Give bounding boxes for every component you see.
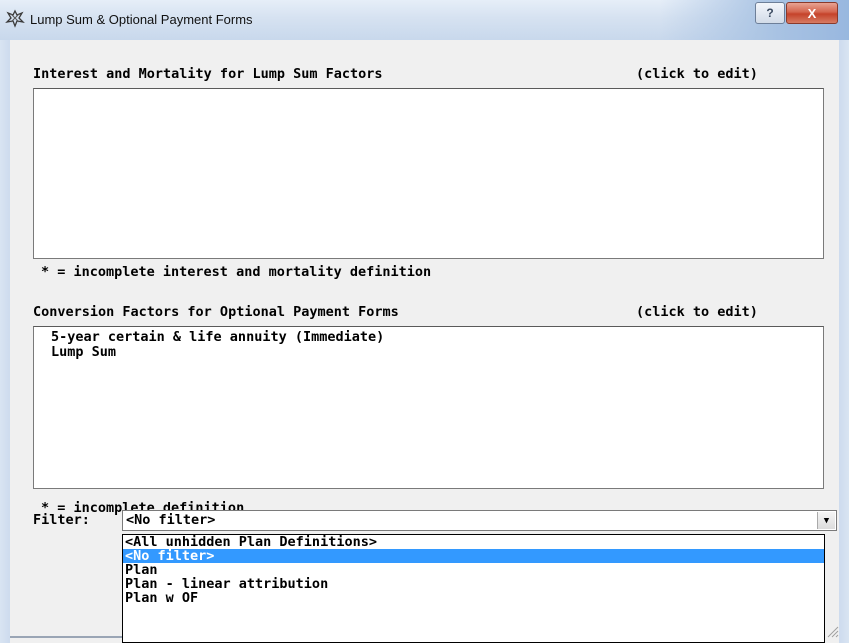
dropdown-arrow-icon[interactable]: ▼: [817, 512, 835, 529]
conversion-factors-listbox[interactable]: 5-year certain & life annuity (Immediate…: [33, 326, 824, 489]
filter-combobox[interactable]: <No filter> ▼: [122, 510, 837, 531]
close-button[interactable]: X: [786, 2, 838, 24]
filter-dropdown-list[interactable]: <All unhidden Plan Definitions> <No filte…: [122, 534, 825, 643]
filter-label: Filter:: [33, 512, 90, 528]
conversion-edit-hint[interactable]: (click to edit): [636, 304, 758, 320]
interest-footnote: * = incomplete interest and mortality de…: [41, 264, 432, 280]
close-icon: X: [807, 5, 817, 21]
dropdown-option[interactable]: Plan - linear attribution: [123, 577, 824, 591]
interest-edit-hint[interactable]: (click to edit): [636, 66, 758, 82]
bottom-divider: [10, 636, 122, 638]
help-button[interactable]: ?: [755, 2, 785, 24]
window-frame-right: [839, 40, 849, 643]
interest-mortality-listbox[interactable]: [33, 88, 824, 259]
conversion-section-heading: Conversion Factors for Optional Payment …: [33, 304, 399, 320]
filter-selected-value: <No filter>: [126, 512, 216, 528]
list-item[interactable]: Lump Sum: [34, 345, 823, 360]
dropdown-option[interactable]: Plan w OF: [123, 591, 824, 605]
window-frame-left: [0, 40, 10, 643]
help-icon: ?: [766, 6, 774, 20]
resize-grip-icon[interactable]: [825, 624, 839, 638]
list-item[interactable]: 5-year certain & life annuity (Immediate…: [34, 330, 823, 345]
window-title: Lump Sum & Optional Payment Forms: [30, 12, 253, 27]
title-bar[interactable]: Lump Sum & Optional Payment Forms ? X: [0, 0, 849, 40]
dropdown-option[interactable]: <No filter>: [123, 549, 824, 563]
dropdown-option[interactable]: <All unhidden Plan Definitions>: [123, 535, 824, 549]
app-logo-icon: [5, 9, 25, 28]
interest-section-heading: Interest and Mortality for Lump Sum Fact…: [33, 66, 383, 82]
dropdown-option[interactable]: Plan: [123, 563, 824, 577]
